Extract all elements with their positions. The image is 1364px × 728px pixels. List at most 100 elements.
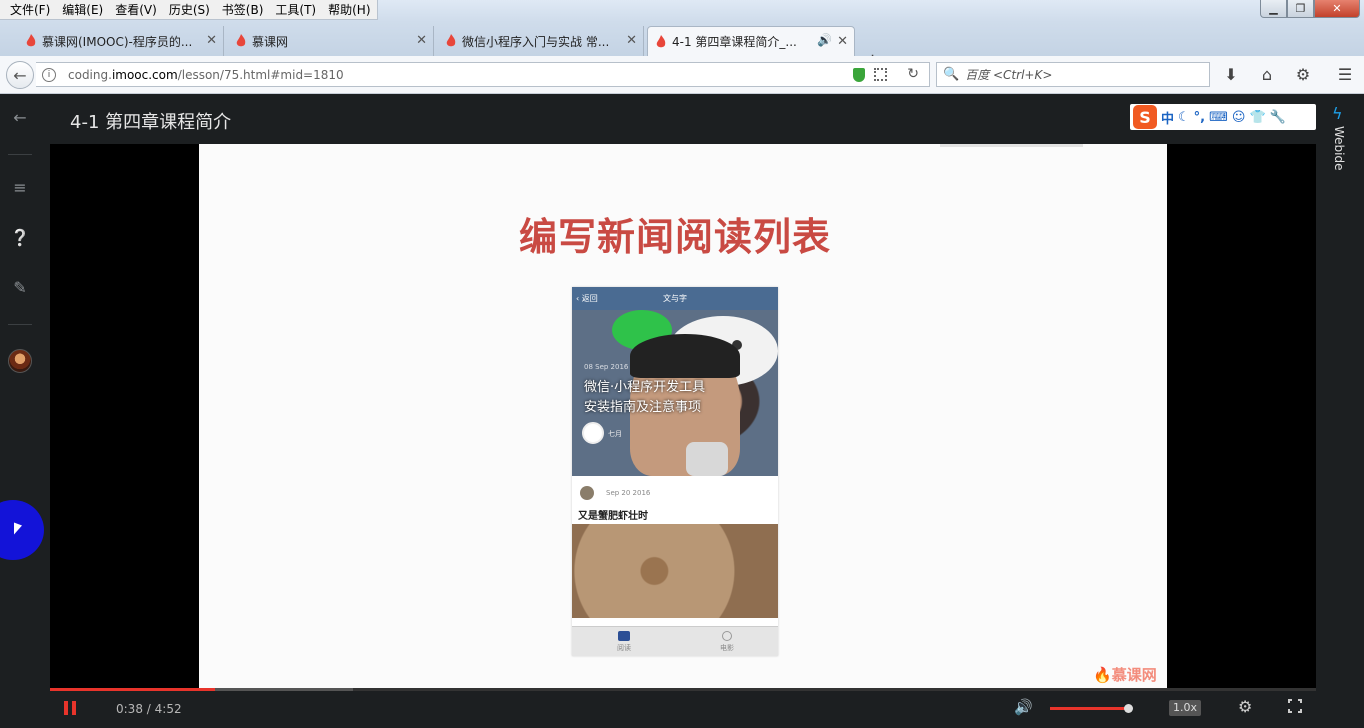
back-arrow-icon[interactable]: ←	[10, 108, 30, 127]
phone-mockup: ‹ 返回 文与字 08 Sep 2016 微信·小程序开发工具 安装指南及注意事…	[572, 287, 778, 656]
home-icon[interactable]: ⌂	[1257, 65, 1277, 84]
time-separator: /	[146, 702, 151, 716]
info-icon[interactable]: i	[42, 67, 56, 82]
tab-close-icon[interactable]: ✕	[416, 33, 427, 48]
imooc-flame-icon	[656, 35, 666, 48]
menu-help[interactable]: 帮助(H)	[322, 0, 376, 20]
hero-author: 七月	[608, 430, 622, 438]
shield-icon[interactable]	[853, 68, 865, 82]
post-meta-row: Sep 20 2016	[572, 483, 778, 503]
read-tab-icon	[618, 631, 630, 641]
tab-read: 阅读	[594, 631, 654, 653]
tab-movie: 电影	[697, 631, 757, 653]
maximize-button[interactable]: ❐	[1287, 0, 1314, 18]
shirt-skin-icon[interactable]: 👕	[1249, 110, 1265, 125]
tab-imooc[interactable]: 慕课网 ✕	[228, 26, 434, 56]
window-controls: ▁ ❐ ✕	[1260, 0, 1360, 18]
webide-logo-icon[interactable]: ϟ	[1332, 104, 1350, 124]
tab-close-icon[interactable]: ✕	[837, 34, 848, 49]
ime-toolbar: S 中 ☾ °, ⌨ ☺ 👕 🔧	[1130, 104, 1316, 130]
right-panel: ϟ Webide	[1318, 94, 1364, 728]
search-placeholder: 百度 <Ctrl+K>	[965, 68, 1053, 82]
menu-bookmarks[interactable]: 书签(B)	[216, 0, 270, 20]
left-sidebar: ← ≡ ❔ ✎	[0, 94, 40, 728]
phone-in-hand	[686, 442, 728, 476]
time-display: 0:38 / 4:52	[116, 702, 182, 716]
user-avatar[interactable]	[8, 349, 32, 373]
imooc-flame-icon	[236, 34, 246, 47]
fullscreen-icon[interactable]	[1286, 697, 1304, 715]
moon-icon[interactable]: ☾	[1178, 110, 1190, 125]
back-button[interactable]: ←	[6, 61, 34, 89]
tab-close-icon[interactable]: ✕	[206, 33, 217, 48]
tab-wechat-course[interactable]: 微信小程序入门与实战 常... ✕	[438, 26, 644, 56]
minimize-button[interactable]: ▁	[1260, 0, 1287, 18]
close-window-button[interactable]: ✕	[1314, 0, 1360, 18]
download-icon[interactable]: ⬇	[1221, 65, 1241, 84]
person-hair	[630, 334, 740, 378]
volume-icon[interactable]: 🔊	[1014, 698, 1033, 716]
speaker-icon[interactable]: 🔊	[817, 33, 832, 47]
user-icon[interactable]: ☺	[1232, 110, 1246, 125]
chapter-list-icon[interactable]: ≡	[10, 178, 30, 197]
tab-label: 慕课网(IMOOC)-程序员的...	[42, 34, 193, 49]
post-title: 又是蟹肥虾壮时	[578, 511, 648, 522]
gear-icon[interactable]: ⚙	[1293, 65, 1313, 84]
divider	[8, 324, 32, 325]
settings-gear-icon[interactable]: ⚙	[1238, 697, 1252, 716]
ime-mode-toggle[interactable]: 中	[1161, 108, 1174, 127]
video-player[interactable]: 编写新闻阅读列表 ‹ 返回 文与字 08 Sep 2016 微信·小程序开发工具…	[50, 144, 1316, 688]
pause-button[interactable]	[64, 701, 76, 715]
playback-rate-button[interactable]: 1.0x	[1169, 700, 1201, 716]
slide-top-bar	[940, 144, 1083, 147]
reload-icon[interactable]: ↻	[907, 66, 919, 82]
crab-photo	[572, 524, 778, 618]
url-text: coding.imooc.com/lesson/75.html#mid=1810	[68, 68, 344, 82]
volume-knob[interactable]	[1123, 704, 1133, 713]
phone-nav-title: 文与字	[663, 294, 687, 303]
tab-close-icon[interactable]: ✕	[626, 33, 637, 48]
question-icon[interactable]: ❔	[10, 228, 30, 247]
webide-label[interactable]: Webide	[1332, 126, 1346, 171]
imooc-flame-icon	[446, 34, 456, 47]
post-date: Sep 20 2016	[606, 489, 651, 497]
post-avatar	[580, 486, 594, 500]
pencil-note-icon[interactable]: ✎	[10, 278, 30, 297]
tab-imooc-home[interactable]: 慕课网(IMOOC)-程序员的... ✕	[18, 26, 224, 56]
divider	[8, 154, 32, 155]
volume-slider[interactable]	[1050, 704, 1133, 713]
imooc-watermark: 🔥慕课网	[1093, 666, 1157, 684]
search-input[interactable]: 🔍 百度 <Ctrl+K>	[936, 62, 1210, 87]
tab-label: 4-1 第四章课程简介_...	[672, 35, 797, 49]
current-time: 0:38	[116, 702, 143, 716]
video-slide: 编写新闻阅读列表 ‹ 返回 文与字 08 Sep 2016 微信·小程序开发工具…	[199, 144, 1167, 688]
phone-navbar: ‹ 返回 文与字	[572, 287, 778, 310]
phone-tabbar: 阅读 电影	[572, 626, 778, 656]
url-domain: imooc.com	[111, 67, 178, 82]
volume-fill	[1050, 707, 1128, 710]
hamburger-menu-icon[interactable]: ☰	[1335, 65, 1355, 84]
tab-label: 微信小程序入门与实战 常...	[462, 34, 610, 49]
punctuation-icon[interactable]: °,	[1194, 110, 1205, 125]
menu-file[interactable]: 文件(F)	[4, 0, 56, 20]
tab-lesson-active[interactable]: 4-1 第四章课程简介_... 🔊 ✕	[647, 26, 855, 56]
lesson-title: 4-1 第四章课程简介	[70, 112, 232, 133]
menu-view[interactable]: 查看(V)	[109, 0, 163, 20]
menu-list: 文件(F) 编辑(E) 查看(V) 历史(S) 书签(B) 工具(T) 帮助(H…	[0, 0, 378, 20]
tab-label: 慕课网	[252, 34, 289, 49]
wrench-icon[interactable]: 🔧	[1270, 110, 1286, 125]
keyboard-icon[interactable]: ⌨	[1209, 110, 1228, 125]
qr-code-icon[interactable]	[874, 68, 887, 81]
menu-tools[interactable]: 工具(T)	[269, 0, 322, 20]
duration: 4:52	[154, 702, 182, 716]
sogou-logo-icon[interactable]: S	[1133, 105, 1157, 129]
search-icon: 🔍	[943, 67, 960, 82]
menu-edit[interactable]: 编辑(E)	[56, 0, 109, 20]
url-prefix: coding.	[68, 67, 112, 82]
slide-title: 编写新闻阅读列表	[518, 215, 831, 259]
author-avatar	[582, 422, 604, 444]
url-suffix: /lesson/75.html#mid=1810	[177, 67, 344, 82]
movie-tab-icon	[722, 631, 732, 641]
url-bar[interactable]: i coding.imooc.com/lesson/75.html#mid=18…	[36, 62, 930, 87]
menu-history[interactable]: 历史(S)	[163, 0, 216, 20]
